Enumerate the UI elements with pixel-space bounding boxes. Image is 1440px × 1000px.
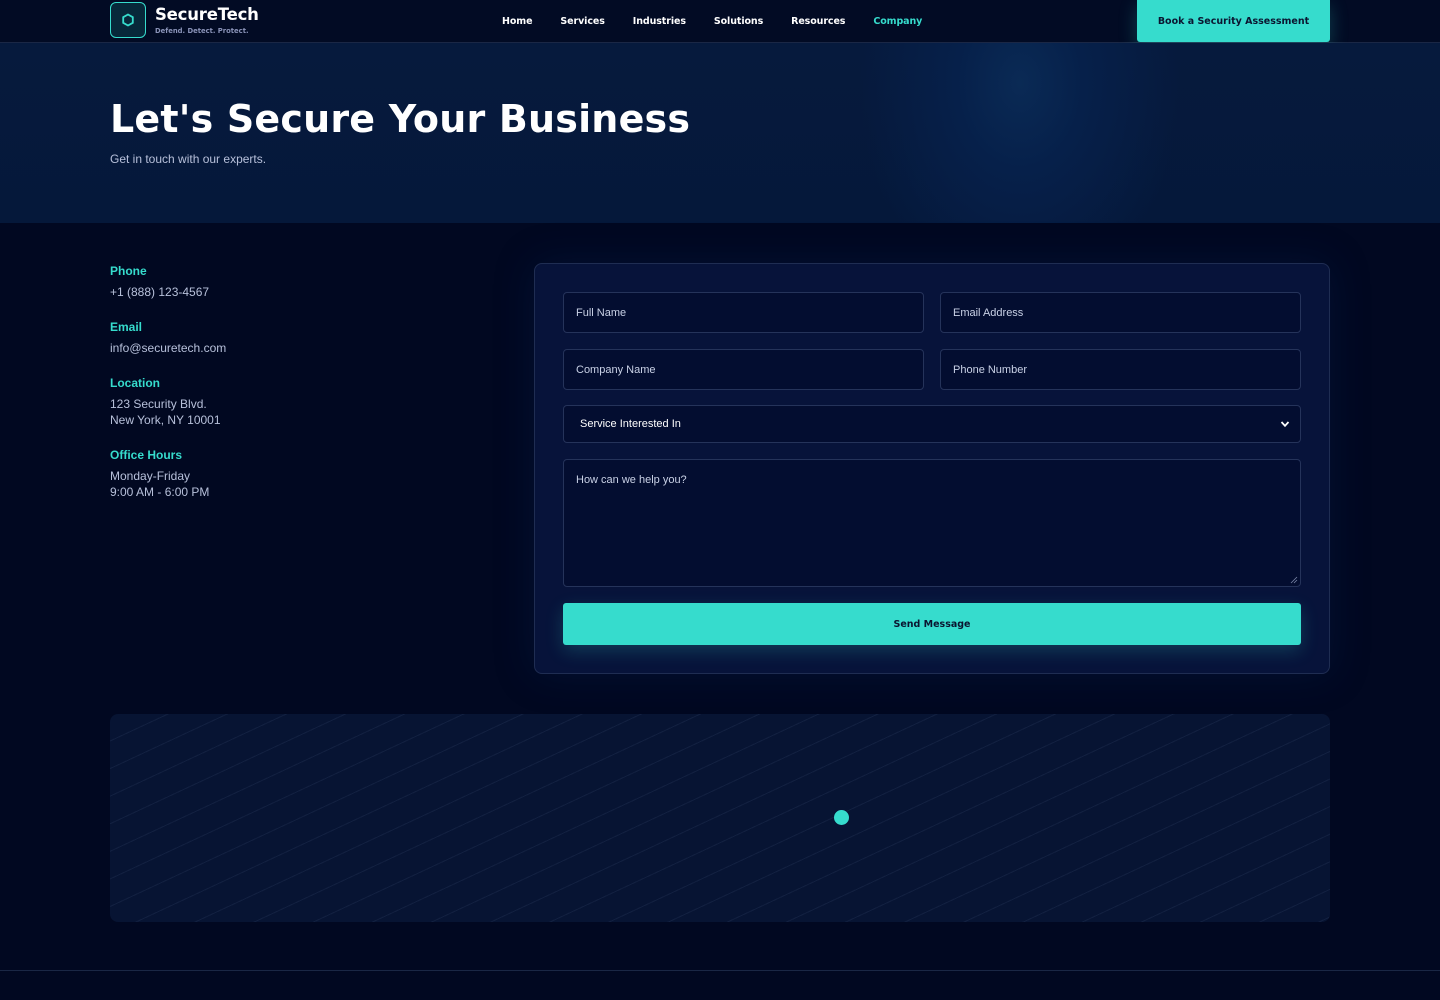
phone-value[interactable]: +1 (888) 123-4567 <box>110 284 470 300</box>
email-label: Email <box>110 320 143 334</box>
nav-link-company[interactable]: Company <box>873 16 922 27</box>
footer-divider <box>0 970 1440 971</box>
address-line-2: New York, NY 10001 <box>110 413 221 427</box>
email-input[interactable] <box>940 292 1301 333</box>
email-block: Email info@securetech.com <box>110 320 470 356</box>
location-block: Location 123 Security Blvd. New York, NY… <box>110 376 470 428</box>
contact-form: Service Interested In Send Message <box>534 263 1330 674</box>
hours-block: Office Hours Monday-Friday 9:00 AM - 6:0… <box>110 448 470 500</box>
page-title: Let's Secure Your Business <box>110 97 691 141</box>
brand-logo[interactable]: SecureTech Defend. Detect. Protect. <box>110 2 259 38</box>
brand-tagline: Defend. Detect. Protect. <box>155 26 249 35</box>
company-input[interactable] <box>563 349 924 390</box>
service-select-value: Service Interested In <box>580 418 681 430</box>
hours-label: Office Hours <box>110 448 183 462</box>
hours-days: Monday-Friday <box>110 469 191 483</box>
brand-name: SecureTech <box>155 4 259 24</box>
nav-link-solutions[interactable]: Solutions <box>714 16 763 27</box>
nav-link-home[interactable]: Home <box>502 16 533 27</box>
service-select[interactable]: Service Interested In <box>563 405 1301 443</box>
resize-handle-icon[interactable] <box>1290 576 1298 584</box>
full-name-input[interactable] <box>563 292 924 333</box>
hero-section: Let's Secure Your Business Get in touch … <box>0 43 1440 223</box>
email-value[interactable]: info@securetech.com <box>110 340 470 356</box>
page-subtitle: Get in touch with our experts. <box>110 152 267 166</box>
hexagon-icon <box>110 2 146 38</box>
phone-input[interactable] <box>940 349 1301 390</box>
chevron-down-icon <box>1280 421 1290 428</box>
address-line-1: 123 Security Blvd. <box>110 397 207 411</box>
hours-time: 9:00 AM - 6:00 PM <box>110 485 210 499</box>
map-pin-icon[interactable] <box>834 810 849 825</box>
nav-link-resources[interactable]: Resources <box>791 16 845 27</box>
phone-label: Phone <box>110 264 147 278</box>
top-nav: SecureTech Defend. Detect. Protect. Home… <box>0 0 1440 43</box>
phone-block: Phone +1 (888) 123-4567 <box>110 264 470 300</box>
nav-links: Home Services Industries Solutions Resou… <box>488 0 936 43</box>
book-assessment-button[interactable]: Book a Security Assessment <box>1137 0 1330 42</box>
location-label: Location <box>110 376 160 390</box>
send-message-button[interactable]: Send Message <box>563 603 1301 645</box>
nav-link-industries[interactable]: Industries <box>633 16 686 27</box>
contact-info: Phone +1 (888) 123-4567 Email info@secur… <box>110 264 470 520</box>
location-map[interactable] <box>110 714 1330 922</box>
nav-link-services[interactable]: Services <box>560 16 604 27</box>
message-textarea[interactable] <box>563 459 1301 587</box>
